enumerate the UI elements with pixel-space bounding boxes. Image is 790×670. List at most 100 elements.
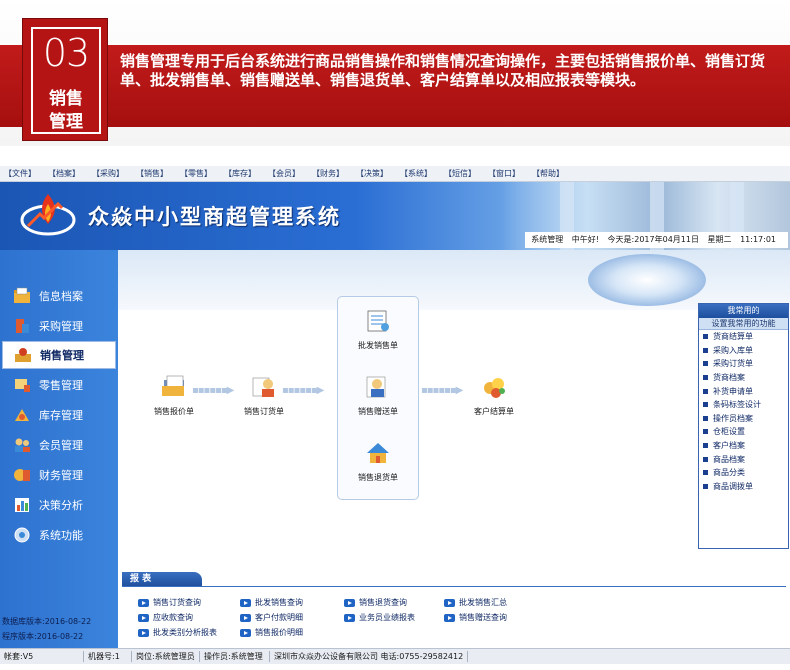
status-company: 深圳市众焱办公设备有限公司 电话:0755-29582412 (270, 651, 469, 662)
header-user: 系统管理 (531, 235, 564, 244)
quick-item[interactable]: 操作员档案 (699, 412, 788, 426)
menu-system[interactable]: 【系统】 (400, 166, 432, 181)
report-link[interactable]: 应收款查询 (138, 612, 193, 623)
status-machine: 机器号:1 (84, 651, 132, 662)
quick-item[interactable]: 采购入库单 (699, 344, 788, 358)
report-link[interactable]: 销售订货查询 (138, 597, 201, 608)
menu-window[interactable]: 【窗口】 (488, 166, 520, 181)
header-date: 今天是:2017年04月11日 (607, 235, 699, 244)
status-bar: 帐套:V5 机器号:1 岗位:系统管理员 操作员:系统管理 深圳市众焱办公设备有… (0, 648, 790, 664)
quick-item[interactable]: 采购订货单 (699, 357, 788, 371)
menu-sales[interactable]: 【销售】 (136, 166, 168, 181)
sidebar-item-info-archive[interactable]: 信息档案 (2, 282, 116, 310)
purchase-icon (16, 319, 29, 333)
sidebar: 信息档案 采购管理 销售管理 零售管理 库存管理 会员管理 财务管理 决策分析 (0, 250, 118, 648)
arrow-icon (138, 598, 149, 607)
arrow-icon (240, 613, 251, 622)
quick-item[interactable]: 仓柜设置 (699, 425, 788, 439)
app-header: 众焱中小型商超管理系统 系统管理 中午好! 今天是:2017年04月11日 星期… (0, 182, 790, 250)
menu-archive[interactable]: 【档案】 (48, 166, 80, 181)
sidebar-item-retail[interactable]: 零售管理 (2, 371, 116, 399)
menu-inventory[interactable]: 【库存】 (224, 166, 256, 181)
logo-icon (20, 194, 76, 236)
sidebar-item-finance[interactable]: 财务管理 (2, 461, 116, 489)
menu-decision[interactable]: 【决策】 (356, 166, 388, 181)
flow-customer-settlement[interactable]: 客户结算单 (454, 374, 534, 417)
report-link[interactable]: 销售退货查询 (344, 597, 407, 608)
quick-item[interactable]: 货商档案 (699, 371, 788, 385)
report-link[interactable]: 销售报价明细 (240, 627, 303, 638)
quick-access-panel: 我常用的 设置我常用的功能 货商结算单 采购入库单 采购订货单 货商档案 补货申… (698, 303, 789, 549)
quick-panel-settings[interactable]: 设置我常用的功能 (699, 318, 788, 330)
arrow-icon (138, 628, 149, 637)
sales-icon (15, 348, 31, 362)
sidebar-item-member[interactable]: 会员管理 (2, 431, 116, 459)
section-badge: 03 销售 管理 (22, 18, 108, 141)
report-link[interactable]: 业务员业绩报表 (344, 612, 415, 623)
menu-member[interactable]: 【会员】 (268, 166, 300, 181)
badge-number: 03 (42, 31, 90, 75)
app-window: 【文件】 【档案】 【采购】 【销售】 【零售】 【库存】 【会员】 【财务】 … (0, 166, 790, 670)
banner-description: 销售管理专用于后台系统进行商品销售操作和销售情况查询操作，主要包括销售报价单、销… (120, 52, 766, 89)
header-time: 11:17:01 (740, 235, 776, 244)
quote-doc-icon (162, 375, 184, 396)
feature-banner: 03 销售 管理 销售管理专用于后台系统进行商品销售操作和销售情况查询操作，主要… (0, 0, 790, 146)
header-weekday: 星期二 (707, 235, 732, 244)
flow-wholesale[interactable]: 批发销售单 (338, 308, 418, 351)
arrow-icon (344, 598, 355, 607)
gift-person-icon (366, 376, 386, 398)
db-version: 数据库版本:2016-08-22 (2, 617, 92, 626)
sidebar-item-inventory[interactable]: 库存管理 (2, 401, 116, 429)
main-content: 销售报价单 ▪▪▪▪▪▪▶ 销售订货单 ▪▪▪▪▪▪▶ 批发销售单 销售赠送单 … (118, 250, 790, 648)
badge-title-line1: 销售 (49, 89, 83, 109)
menu-help[interactable]: 【帮助】 (532, 166, 564, 181)
reports-tab[interactable]: 报 表 (122, 572, 202, 587)
status-account: 帐套:V5 (0, 651, 84, 662)
report-link[interactable]: 批发类别分析报表 (138, 627, 217, 638)
badge-title-line2: 管理 (49, 112, 83, 132)
quick-item[interactable]: 客户档案 (699, 439, 788, 453)
menu-bar: 【文件】 【档案】 【采购】 【销售】 【零售】 【库存】 【会员】 【财务】 … (0, 166, 790, 182)
quick-item[interactable]: 商品分类 (699, 466, 788, 480)
arrow-icon (240, 598, 251, 607)
system-icon (14, 527, 30, 543)
sidebar-item-sales[interactable]: 销售管理 (2, 341, 116, 369)
menu-sms[interactable]: 【短信】 (444, 166, 476, 181)
flow-sales-gift[interactable]: 销售赠送单 (338, 374, 418, 417)
report-link[interactable]: 批发销售汇总 (444, 597, 507, 608)
reports-divider (122, 586, 786, 587)
order-person-icon (252, 377, 274, 397)
sidebar-item-purchase[interactable]: 采购管理 (2, 312, 116, 340)
finance-icon (14, 469, 30, 481)
menu-purchase[interactable]: 【采购】 (92, 166, 124, 181)
flow-arrow: ▪▪▪▪▪▪▶ (282, 385, 324, 396)
arrow-icon (138, 613, 149, 622)
quick-item[interactable]: 商品档案 (699, 452, 788, 466)
arrow-icon (444, 613, 455, 622)
menu-retail[interactable]: 【零售】 (180, 166, 212, 181)
sidebar-item-decision[interactable]: 决策分析 (2, 491, 116, 519)
settlement-coins-icon (484, 378, 505, 398)
arrow-icon (444, 598, 455, 607)
quick-item[interactable]: 条码标签设计 (699, 398, 788, 412)
status-operator: 操作员:系统管理 (200, 651, 270, 662)
inventory-icon (15, 409, 29, 421)
quick-item[interactable]: 商品调拨单 (699, 480, 788, 494)
wholesale-doc-icon (367, 310, 389, 332)
quick-panel-title: 我常用的 (699, 304, 788, 318)
menu-finance[interactable]: 【财务】 (312, 166, 344, 181)
report-link[interactable]: 销售赠送查询 (444, 612, 507, 623)
quick-item[interactable]: 货商结算单 (699, 330, 788, 344)
report-link[interactable]: 客户付款明细 (240, 612, 303, 623)
report-link[interactable]: 批发销售查询 (240, 597, 303, 608)
status-position: 岗位:系统管理员 (132, 651, 200, 662)
arrow-icon (240, 628, 251, 637)
sidebar-item-system[interactable]: 系统功能 (2, 521, 116, 549)
return-house-icon (367, 443, 389, 463)
flow-sales-return[interactable]: 销售退货单 (338, 440, 418, 483)
main-decoration (118, 250, 790, 310)
chart-icon (15, 498, 29, 512)
quick-item[interactable]: 补货申请单 (699, 384, 788, 398)
retail-icon (15, 379, 30, 392)
menu-file[interactable]: 【文件】 (4, 166, 36, 181)
